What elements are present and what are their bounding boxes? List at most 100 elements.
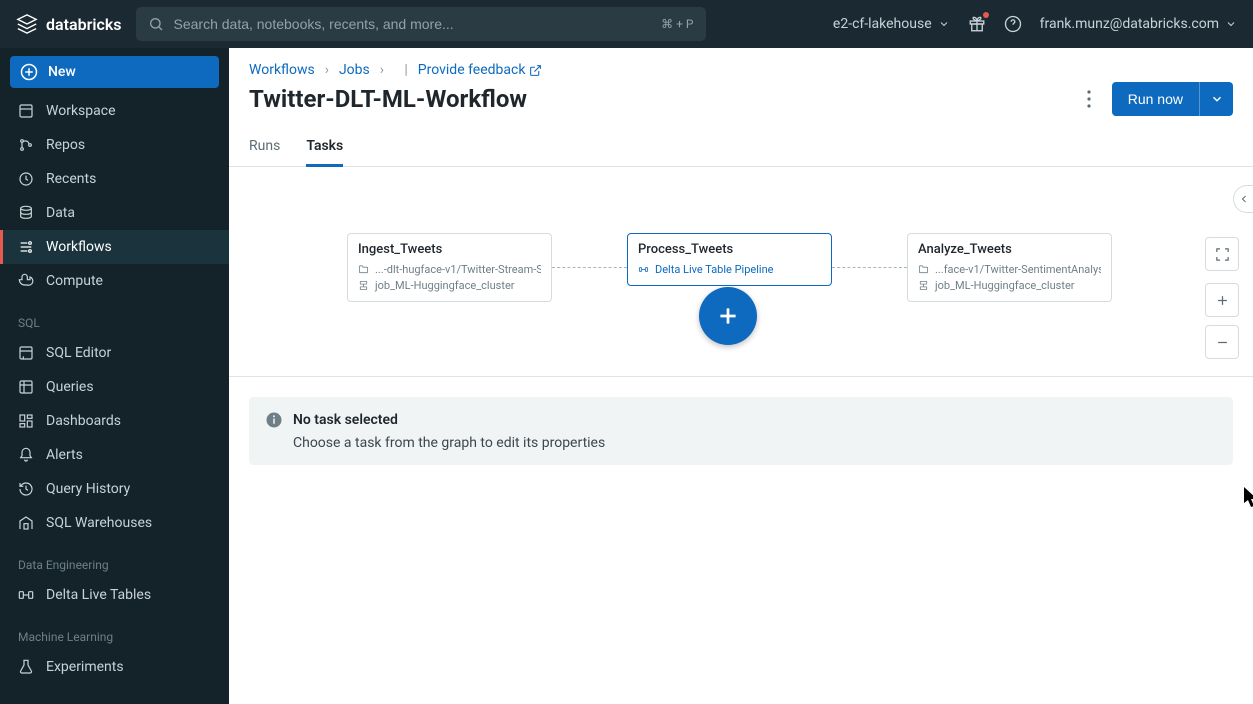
info-icon (265, 411, 283, 429)
folder-icon (358, 264, 369, 275)
sidebar-item-label: Alerts (46, 447, 83, 463)
sidebar-item-workflows[interactable]: Workflows (0, 230, 229, 264)
task-title: Ingest_Tweets (358, 242, 541, 257)
workflow-canvas[interactable]: Ingest_Tweets ...-dlt-hugface-v1/Twitter… (229, 167, 1253, 377)
sidebar-item-compute[interactable]: Compute (0, 264, 229, 298)
recents-icon (18, 171, 34, 187)
brand-text: databricks (46, 15, 122, 34)
task-edge (552, 267, 627, 268)
add-task-button[interactable] (699, 287, 757, 345)
run-now-button[interactable]: Run now (1112, 82, 1199, 116)
run-dropdown-button[interactable] (1199, 82, 1233, 116)
compute-icon (18, 273, 34, 289)
whats-new-icon[interactable] (968, 15, 986, 33)
more-actions-button[interactable] (1076, 86, 1102, 112)
tab-runs[interactable]: Runs (249, 130, 280, 166)
sidebar-item-label: Compute (46, 273, 103, 289)
search-icon (148, 16, 164, 32)
sidebar-item-repos[interactable]: Repos (0, 128, 229, 162)
sidebar-item-label: Repos (46, 137, 85, 153)
sidebar-item-query-history[interactable]: Query History (0, 472, 229, 506)
breadcrumb: Workflows › Jobs › | Provide feedback (249, 62, 1233, 78)
new-button-label: New (48, 64, 76, 80)
search-shortcut: ⌘ + P (661, 17, 693, 31)
tabs: Runs Tasks (229, 124, 1253, 167)
plus-circle-icon (20, 63, 38, 81)
mouse-cursor (1244, 487, 1253, 509)
user-email: frank.munz@databricks.com (1040, 16, 1219, 32)
dlt-icon (18, 587, 34, 603)
workspace-icon (18, 103, 34, 119)
sidebar-item-queries[interactable]: Queries (0, 370, 229, 404)
task-cluster: job_ML-Huggingface_cluster (935, 279, 1075, 292)
alerts-icon (18, 447, 34, 463)
chevron-down-icon (1210, 92, 1224, 106)
sidebar-item-dlt[interactable]: Delta Live Tables (0, 578, 229, 612)
sidebar-item-sql-warehouses[interactable]: SQL Warehouses (0, 506, 229, 540)
dashboards-icon (18, 413, 34, 429)
task-card-analyze[interactable]: Analyze_Tweets ...face-v1/Twitter-Sentim… (907, 233, 1112, 302)
chevron-right-icon: › (380, 62, 384, 78)
experiments-icon (18, 659, 34, 675)
sidebar-item-label: Dashboards (46, 413, 121, 429)
pipeline-icon (638, 264, 649, 275)
plus-icon (715, 303, 741, 329)
provide-feedback-link[interactable]: Provide feedback (418, 62, 543, 78)
tab-tasks[interactable]: Tasks (306, 130, 343, 167)
sidebar-section-ml: Machine Learning (0, 612, 229, 650)
workspace-name: e2-cf-lakehouse (833, 16, 932, 32)
workflows-icon (18, 239, 34, 255)
sidebar-item-label: Query History (46, 481, 130, 497)
new-button[interactable]: New (10, 56, 219, 88)
chevron-down-icon (938, 18, 950, 30)
task-edge (832, 267, 907, 268)
breadcrumb-workflows[interactable]: Workflows (249, 62, 315, 78)
task-card-ingest[interactable]: Ingest_Tweets ...-dlt-hugface-v1/Twitter… (347, 233, 552, 302)
folder-icon (918, 264, 929, 275)
help-icon[interactable] (1004, 15, 1022, 33)
search-box[interactable]: ⌘ + P (136, 7, 706, 41)
sql-editor-icon (18, 345, 34, 361)
workspace-picker[interactable]: e2-cf-lakehouse (833, 16, 950, 32)
sidebar-item-label: Queries (46, 379, 94, 395)
sidebar-item-experiments[interactable]: Experiments (0, 650, 229, 684)
breadcrumb-jobs[interactable]: Jobs (339, 62, 370, 78)
task-cluster: job_ML-Huggingface_cluster (375, 279, 515, 292)
search-input[interactable] (174, 16, 652, 32)
main-content: Workflows › Jobs › | Provide feedback Tw… (229, 48, 1253, 704)
sidebar-item-workspace[interactable]: Workspace (0, 94, 229, 128)
databricks-icon (16, 13, 38, 35)
sidebar-item-sql-editor[interactable]: SQL Editor (0, 336, 229, 370)
task-path: ...-dlt-hugface-v1/Twitter-Stream-S3 (375, 263, 541, 276)
user-menu[interactable]: frank.munz@databricks.com (1040, 16, 1237, 32)
sidebar-item-recents[interactable]: Recents (0, 162, 229, 196)
breadcrumb-divider: | (394, 62, 408, 78)
sidebar-item-label: Experiments (46, 659, 124, 675)
task-title: Process_Tweets (638, 242, 821, 257)
sidebar-item-label: Delta Live Tables (46, 587, 151, 603)
task-card-process[interactable]: Process_Tweets Delta Live Table Pipeline (627, 233, 832, 286)
warehouses-icon (18, 515, 34, 531)
sidebar-item-alerts[interactable]: Alerts (0, 438, 229, 472)
repos-icon (18, 137, 34, 153)
chevron-down-icon (1225, 18, 1237, 30)
topbar: databricks ⌘ + P e2-cf-lakehouse frank.m… (0, 0, 1253, 48)
sidebar-section-de: Data Engineering (0, 540, 229, 578)
sidebar-item-label: SQL Warehouses (46, 515, 152, 531)
brand-logo[interactable]: databricks (16, 13, 122, 35)
sidebar-item-label: SQL Editor (46, 345, 111, 361)
sidebar-item-label: Recents (46, 171, 96, 187)
task-title: Analyze_Tweets (918, 242, 1101, 257)
task-path: ...face-v1/Twitter-SentimentAnalysis (935, 263, 1101, 276)
sidebar-item-data[interactable]: Data (0, 196, 229, 230)
data-icon (18, 205, 34, 221)
info-body: Choose a task from the graph to edit its… (293, 435, 1217, 451)
sidebar-item-label: Workspace (46, 103, 116, 119)
sidebar: New Workspace Repos Recents Data Workflo… (0, 48, 229, 704)
cluster-icon (358, 280, 369, 291)
queries-icon (18, 379, 34, 395)
external-link-icon (529, 64, 542, 77)
sidebar-item-dashboards[interactable]: Dashboards (0, 404, 229, 438)
info-panel: No task selected Choose a task from the … (249, 397, 1233, 465)
cluster-icon (918, 280, 929, 291)
